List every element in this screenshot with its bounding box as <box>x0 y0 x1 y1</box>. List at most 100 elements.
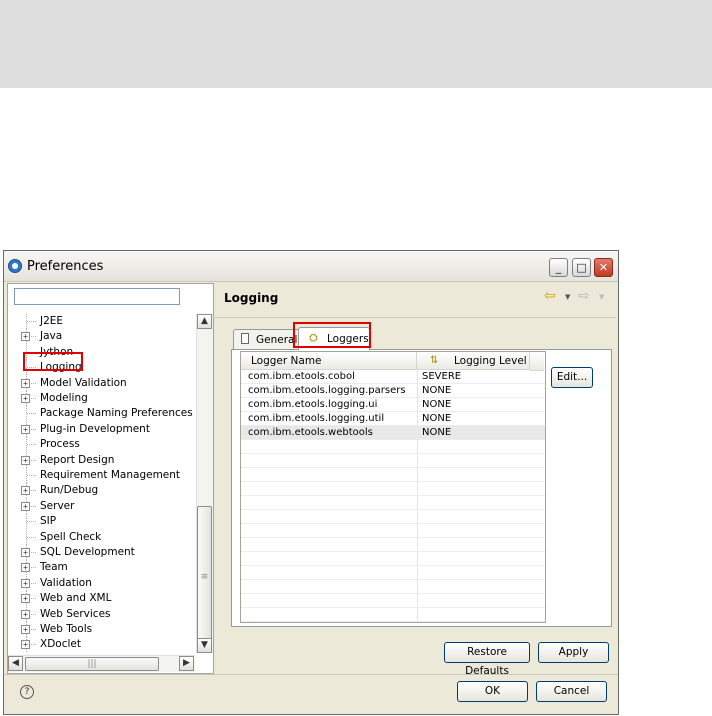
help-icon[interactable]: ? <box>20 685 34 699</box>
expand-plus-icon[interactable]: + <box>21 563 30 573</box>
tree-item[interactable]: Package Naming Preferences <box>8 406 195 422</box>
window-title: Preferences <box>27 259 104 274</box>
back-menu-chevron-down-icon[interactable]: ▼ <box>565 293 570 301</box>
cancel-button[interactable]: Cancel <box>536 681 607 702</box>
tree-item[interactable]: + Run/Debug <box>8 483 195 499</box>
back-arrow-icon[interactable]: ⇦ <box>544 288 556 304</box>
logger-name-cell: com.ibm.etools.logging.util <box>248 413 385 424</box>
ok-button[interactable]: OK <box>457 681 528 702</box>
expand-plus-icon[interactable]: + <box>21 394 30 403</box>
column-header-logging-level[interactable]: ⇅ Logging Level <box>417 352 530 370</box>
header-divider <box>213 317 616 318</box>
apply-button[interactable]: Apply <box>538 642 609 663</box>
forward-menu-chevron-down-icon[interactable]: ▼ <box>599 293 604 301</box>
tab-general[interactable]: General <box>233 329 303 349</box>
tree-horizontal-scrollbar[interactable]: ◀ ||| ▶ <box>8 655 195 672</box>
edit-button[interactable]: Edit... <box>551 367 593 388</box>
tree-item-label: Web and XML <box>40 592 112 605</box>
tree-item[interactable]: J2EE <box>8 314 195 329</box>
scroll-down-icon[interactable]: ▼ <box>197 638 212 653</box>
maximize-button[interactable]: □ <box>572 258 591 277</box>
tree-item-label: Process <box>40 438 80 451</box>
tree-item[interactable]: + XDoclet <box>8 637 195 652</box>
tree-item-label: Java <box>40 330 63 343</box>
column-header-logger-name[interactable]: Logger Name <box>241 352 417 370</box>
tree-item[interactable]: + SQL Development <box>8 545 195 560</box>
tree-item[interactable]: + Server <box>8 498 195 514</box>
scroll-up-icon[interactable]: ▲ <box>197 314 212 329</box>
tree-item[interactable]: + Model Validation <box>8 375 195 391</box>
table-row[interactable]: com.ibm.etools.logging.ui NONE <box>241 398 545 412</box>
expand-plus-icon[interactable]: + <box>21 640 30 650</box>
tree-item[interactable]: + Java <box>8 329 195 345</box>
preference-tree-panel: J2EE + Java Jython Logging + Model Validation +… <box>7 283 214 674</box>
tree-item[interactable]: + Web and XML <box>8 591 195 607</box>
empty-table-row <box>241 440 545 454</box>
expand-plus-icon[interactable]: + <box>21 548 30 557</box>
tree-connector-branch <box>27 475 36 476</box>
tree-item[interactable]: Process <box>8 437 195 453</box>
tree-item-label: Report Design <box>40 453 115 466</box>
tree-item[interactable]: Jython <box>8 344 195 360</box>
tree-vertical-scrollbar[interactable]: ▲ ≡ ▼ <box>196 314 213 653</box>
tree-item[interactable]: + Validation <box>8 575 195 591</box>
tree-item[interactable]: + Report Design <box>8 452 195 468</box>
tree-item-label: Logging <box>40 361 82 374</box>
tab-loggers[interactable]: ⛭ Loggers <box>298 327 370 350</box>
table-row[interactable]: com.ibm.etools.logging.util NONE <box>241 412 545 426</box>
restore-defaults-button[interactable]: Restore Defaults <box>444 642 530 677</box>
expand-plus-icon[interactable]: + <box>21 609 30 619</box>
preference-tree: J2EE + Java Jython Logging + Model Validation +… <box>8 314 195 652</box>
close-button[interactable]: ✕ <box>594 258 613 277</box>
empty-table-row <box>241 482 545 496</box>
tree-item[interactable]: SIP <box>8 514 195 530</box>
tree-item-label: XDoclet <box>40 638 81 651</box>
vertical-scroll-thumb[interactable]: ≡ <box>197 506 212 646</box>
expand-plus-icon[interactable]: + <box>21 486 30 496</box>
title-bar: Preferences _ □ ✕ <box>4 251 618 282</box>
scroll-right-icon[interactable]: ▶ <box>179 656 194 671</box>
empty-table-row <box>241 510 545 524</box>
expand-plus-icon[interactable]: + <box>21 594 30 604</box>
tree-item[interactable]: + Web Tools <box>8 622 195 637</box>
tree-connector-branch <box>27 321 36 322</box>
horizontal-scroll-thumb[interactable]: ||| <box>25 657 159 671</box>
tree-item[interactable]: + Web Services <box>8 606 195 622</box>
table-row[interactable]: com.ibm.etools.webtools NONE <box>241 426 545 440</box>
empty-table-row <box>241 524 545 538</box>
tree-connector-branch <box>27 413 36 415</box>
tree-item[interactable]: + Plug-in Development <box>8 421 195 437</box>
empty-table-row <box>241 580 545 594</box>
tree-item-label: Modeling <box>40 392 88 404</box>
footer-divider <box>4 674 618 675</box>
expand-plus-icon[interactable]: + <box>21 332 30 342</box>
expand-plus-icon[interactable]: + <box>21 378 30 388</box>
tree-item-label: Requirement Management <box>40 469 181 481</box>
expand-plus-icon[interactable]: + <box>21 578 30 588</box>
logging-level-cell: NONE <box>422 385 452 396</box>
empty-table-row <box>241 566 545 580</box>
expand-plus-icon[interactable]: + <box>21 424 30 434</box>
table-row[interactable]: com.ibm.etools.cobol SEVERE <box>241 370 545 384</box>
tree-connector-branch <box>27 521 36 523</box>
expand-plus-icon[interactable]: + <box>21 501 30 511</box>
filter-input[interactable] <box>14 288 180 305</box>
scroll-left-icon[interactable]: ◀ <box>8 656 23 671</box>
logging-level-cell: SEVERE <box>422 371 462 382</box>
tree-item[interactable]: Requirement Management <box>8 468 195 483</box>
tree-item[interactable]: Spell Check <box>8 529 195 545</box>
tree-item-label: SIP <box>40 515 57 528</box>
logging-level-cell: NONE <box>422 427 452 438</box>
tree-connector-branch <box>27 444 36 446</box>
tree-item[interactable]: Logging <box>8 360 195 376</box>
forward-arrow-icon[interactable]: ⇨ <box>578 288 590 304</box>
tree-item-label: Model Validation <box>40 376 127 389</box>
tree-item[interactable]: + Team <box>8 560 195 576</box>
minimize-button[interactable]: _ <box>549 258 568 277</box>
tree-item-label: Run/Debug <box>40 484 99 497</box>
loggers-table[interactable]: Logger Name ⇅ Logging Level com.ibm.etoo… <box>240 351 546 623</box>
table-row[interactable]: com.ibm.etools.logging.parsers NONE <box>241 384 545 398</box>
expand-plus-icon[interactable]: + <box>21 625 30 634</box>
tree-item[interactable]: + Modeling <box>8 391 195 406</box>
expand-plus-icon[interactable]: + <box>21 455 30 465</box>
